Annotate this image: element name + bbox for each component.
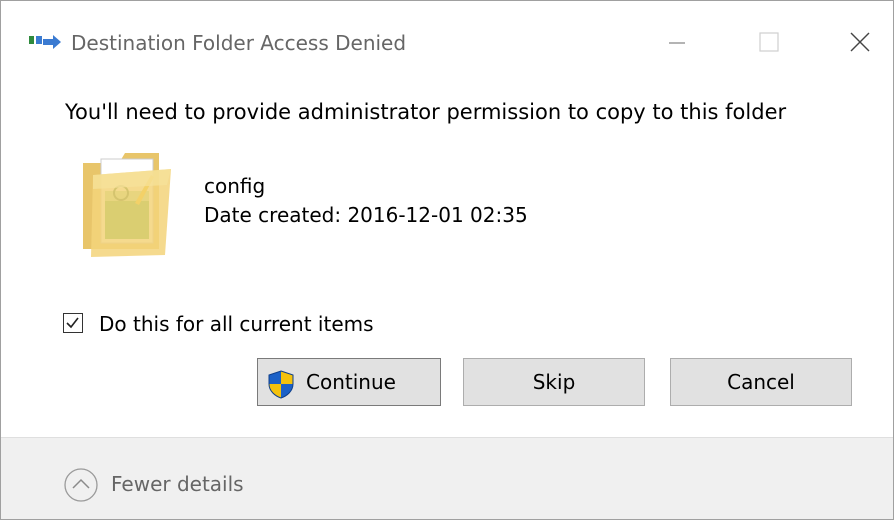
apply-to-all-checkbox-row[interactable]: Do this for all current items xyxy=(63,310,423,340)
uac-shield-icon xyxy=(268,370,294,399)
maximize-button[interactable] xyxy=(745,23,791,63)
item-date-created: Date created: 2016-12-01 02:35 xyxy=(204,203,528,227)
minimize-icon xyxy=(669,42,685,44)
minimize-button[interactable] xyxy=(653,23,699,63)
folder-icon xyxy=(83,153,171,257)
window-title: Destination Folder Access Denied xyxy=(71,31,407,55)
skip-button[interactable]: Skip xyxy=(463,358,645,406)
maximize-icon xyxy=(759,32,779,52)
folder-transfer-icon xyxy=(29,35,61,49)
item-name: config xyxy=(204,174,266,198)
apply-to-all-label[interactable]: Do this for all current items xyxy=(99,309,374,339)
cancel-button[interactable]: Cancel xyxy=(670,358,852,406)
continue-label: Continue xyxy=(306,370,396,394)
dialog-window: Destination Folder Access Denied You'll … xyxy=(0,0,894,520)
apply-to-all-checkbox[interactable] xyxy=(63,313,83,333)
close-button[interactable] xyxy=(837,23,881,63)
details-footer: Fewer details xyxy=(1,438,893,519)
title-bar[interactable]: Destination Folder Access Denied xyxy=(1,1,893,81)
continue-button[interactable]: Continue xyxy=(257,358,441,406)
permission-message: You'll need to provide administrator per… xyxy=(65,100,787,124)
fewer-details-label[interactable]: Fewer details xyxy=(111,469,244,499)
close-icon xyxy=(850,32,870,52)
chevron-up-icon[interactable] xyxy=(63,467,99,503)
fewer-details-toggle[interactable]: Fewer details xyxy=(63,467,283,503)
checkmark-icon xyxy=(66,317,79,329)
